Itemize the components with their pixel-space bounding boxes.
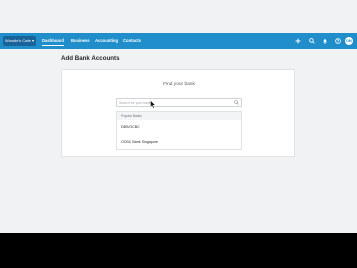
bell-icon[interactable]: [319, 35, 331, 47]
page-title: Add Bank Accounts: [61, 55, 120, 62]
org-switcher-button[interactable]: Woodie's Cafe ▾: [3, 36, 36, 46]
app-window: Woodie's Cafe ▾ Dashboard Business Accou…: [0, 0, 357, 233]
help-icon[interactable]: [332, 35, 344, 47]
find-bank-heading: Find your bank: [163, 82, 195, 87]
popular-banks-label: Popular Banks: [117, 112, 241, 120]
search-icon[interactable]: [306, 35, 318, 47]
bank-suggestions-dropdown: Popular Banks DBS/OCBC OCBC Bank Singapo…: [116, 111, 242, 150]
nav-dashboard[interactable]: Dashboard: [42, 36, 64, 46]
bank-search-input[interactable]: [119, 99, 229, 106]
nav-business[interactable]: Business: [71, 36, 90, 46]
top-navigation-bar: Woodie's Cafe ▾ Dashboard Business Accou…: [0, 33, 357, 49]
plus-icon[interactable]: [292, 35, 304, 47]
bank-search-box[interactable]: [116, 98, 242, 107]
bank-option-dbs-ocbc[interactable]: DBS/OCBC: [117, 120, 241, 135]
bank-finder-card: Find your bank Popular Banks DBS/OCBC OC…: [61, 69, 295, 157]
search-icon: [234, 100, 239, 105]
mouse-cursor-icon: [150, 100, 156, 109]
bank-option-ocbc-singapore[interactable]: OCBC Bank Singapore: [117, 135, 241, 150]
user-avatar[interactable]: DM: [345, 37, 353, 45]
nav-contacts[interactable]: Contacts: [123, 36, 141, 46]
nav-accounting[interactable]: Accounting: [95, 36, 118, 46]
